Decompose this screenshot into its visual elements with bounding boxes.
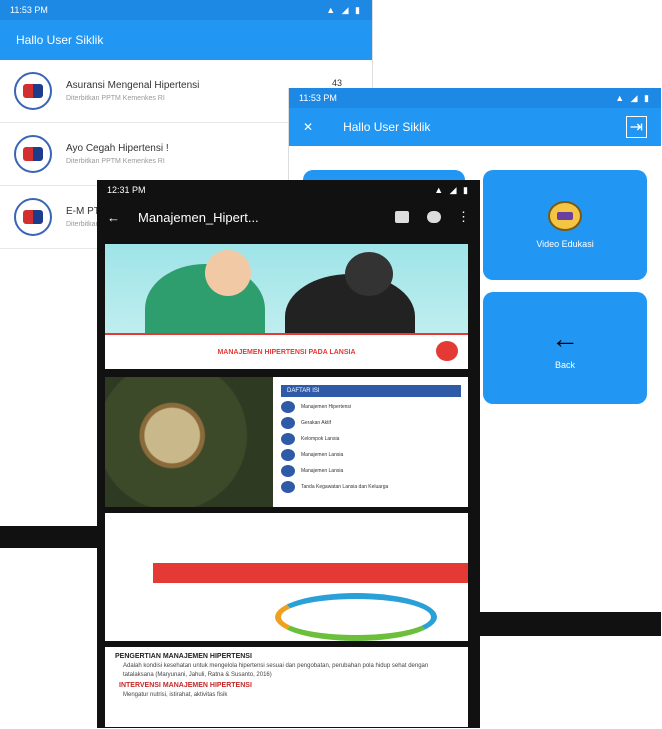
- pdf-page-contents: DAFTAR ISI Manajemen Hipertensi Gerakan …: [105, 377, 468, 507]
- pdf-page-section: [105, 513, 468, 641]
- toc-bullet-icon: [281, 481, 295, 493]
- app-title: Hallo User Siklik: [16, 33, 104, 47]
- status-icons: ▲ ◢ ▮: [434, 184, 470, 195]
- back-arrow-icon[interactable]: ←: [107, 210, 120, 225]
- food-photo: [105, 377, 273, 507]
- toc-item-label: Manajemen Lansia: [301, 452, 344, 458]
- toc-item-label: Kelompok Lansia: [301, 436, 340, 442]
- app-title: Hallo User Siklik: [343, 120, 431, 134]
- back-label: Back: [554, 360, 575, 370]
- list-item-subtitle: Diterbitkan PPTM Kemenkes RI: [66, 95, 165, 102]
- toc-item-label: Manajemen Hipertensi: [301, 404, 352, 410]
- table-of-contents: DAFTAR ISI Manajemen Hipertensi Gerakan …: [281, 385, 461, 493]
- video-edukasi-label: Video Edukasi: [536, 239, 594, 249]
- heart-icon: [436, 341, 458, 361]
- toc-item-label: Tanda Kegawatan Lansia dan Keluarga: [301, 484, 389, 490]
- kemenkes-logo-icon: [14, 198, 52, 236]
- list-item-title: Ayo Cegah Hipertensi !: [66, 143, 169, 154]
- list-item-subtitle: Diterbitkan PPTM Kemenkes RI: [66, 158, 165, 165]
- list-item-badge: 43: [331, 78, 342, 88]
- definition-body: Adalah kondisi kesehatan untuk mengelola…: [123, 663, 429, 678]
- toc-item: Manajemen Hipertensi: [281, 401, 461, 413]
- illustration-person-head-right: [345, 252, 393, 296]
- app-bar: ✕ Hallo User Siklik ⇥: [289, 108, 661, 146]
- toc-item: Kelompok Lansia: [281, 433, 461, 445]
- status-bar: 11:53 PM ▲ ◢ ▮: [0, 0, 372, 20]
- section-red-banner: [153, 563, 468, 583]
- video-icon: [548, 201, 582, 231]
- toc-bullet-icon: [281, 417, 295, 429]
- document-title: Manajemen_Hipert...: [138, 209, 259, 225]
- toc-item: Manajemen Lansia: [281, 449, 461, 461]
- cover-banner-text: MANAJEMEN HIPERTENSI PADA LANSIA: [217, 348, 356, 356]
- illustration-person-head-left: [205, 250, 251, 296]
- status-bar: 12:31 PM ▲ ◢ ▮: [97, 180, 480, 200]
- status-icons: ▲ ◢ ▮: [326, 4, 362, 15]
- kemenkes-logo-icon: [14, 135, 52, 173]
- logout-icon[interactable]: ⇥: [625, 116, 647, 138]
- toc-item-label: Gerakan Aktif: [301, 420, 332, 426]
- status-icons: ▲ ◢ ▮: [615, 92, 651, 103]
- phone-pdf-viewer: 12:31 PM ▲ ◢ ▮ ← Manajemen_Hipert... ⋮ M…: [97, 180, 480, 728]
- toc-item: Manajemen Lansia: [281, 465, 461, 477]
- toc-title: DAFTAR ISI: [281, 385, 461, 397]
- toc-item: Gerakan Aktif: [281, 417, 461, 429]
- toc-bullet-icon: [281, 433, 295, 445]
- pdf-page-definition: PENGERTIAN MANAJEMEN HIPERTENSI Adalah k…: [105, 647, 468, 727]
- upload-drive-icon[interactable]: [427, 211, 441, 223]
- status-time: 12:31 PM: [107, 185, 146, 195]
- pdf-page-cover: MANAJEMEN HIPERTENSI PADA LANSIA: [105, 244, 468, 369]
- status-time: 11:53 PM: [299, 93, 337, 103]
- kemenkes-logo-icon: [14, 72, 52, 110]
- intervention-body: Mengatur nutrisi, istirahat, aktivitas f…: [123, 692, 228, 698]
- toc-bullet-icon: [281, 465, 295, 477]
- save-icon[interactable]: [395, 211, 409, 223]
- intervention-title: INTERVENSI MANAJEMEN HIPERTENSI: [119, 682, 252, 689]
- back-button[interactable]: ← Back: [483, 292, 647, 404]
- hands-illustration: [275, 593, 437, 641]
- more-menu-icon[interactable]: ⋮: [457, 209, 470, 225]
- definition-title: PENGERTIAN MANAJEMEN HIPERTENSI: [115, 653, 252, 660]
- app-bar: Hallo User Siklik: [0, 20, 372, 60]
- toc-item: Tanda Kegawatan Lansia dan Keluarga: [281, 481, 461, 493]
- video-edukasi-button[interactable]: Video Edukasi: [483, 170, 647, 280]
- toc-bullet-icon: [281, 449, 295, 461]
- close-icon[interactable]: ✕: [303, 120, 313, 134]
- list-item-title: Asuransi Mengenal Hipertensi: [66, 80, 200, 91]
- back-arrow-icon: ←: [551, 323, 579, 354]
- toc-bullet-icon: [281, 401, 295, 413]
- status-time: 11:53 PM: [10, 5, 48, 15]
- cover-banner: MANAJEMEN HIPERTENSI PADA LANSIA: [105, 333, 468, 369]
- status-bar: 11:53 PM ▲ ◢ ▮: [289, 88, 661, 108]
- pdf-toolbar: ← Manajemen_Hipert... ⋮: [97, 200, 480, 234]
- toc-item-label: Manajemen Lansia: [301, 468, 344, 474]
